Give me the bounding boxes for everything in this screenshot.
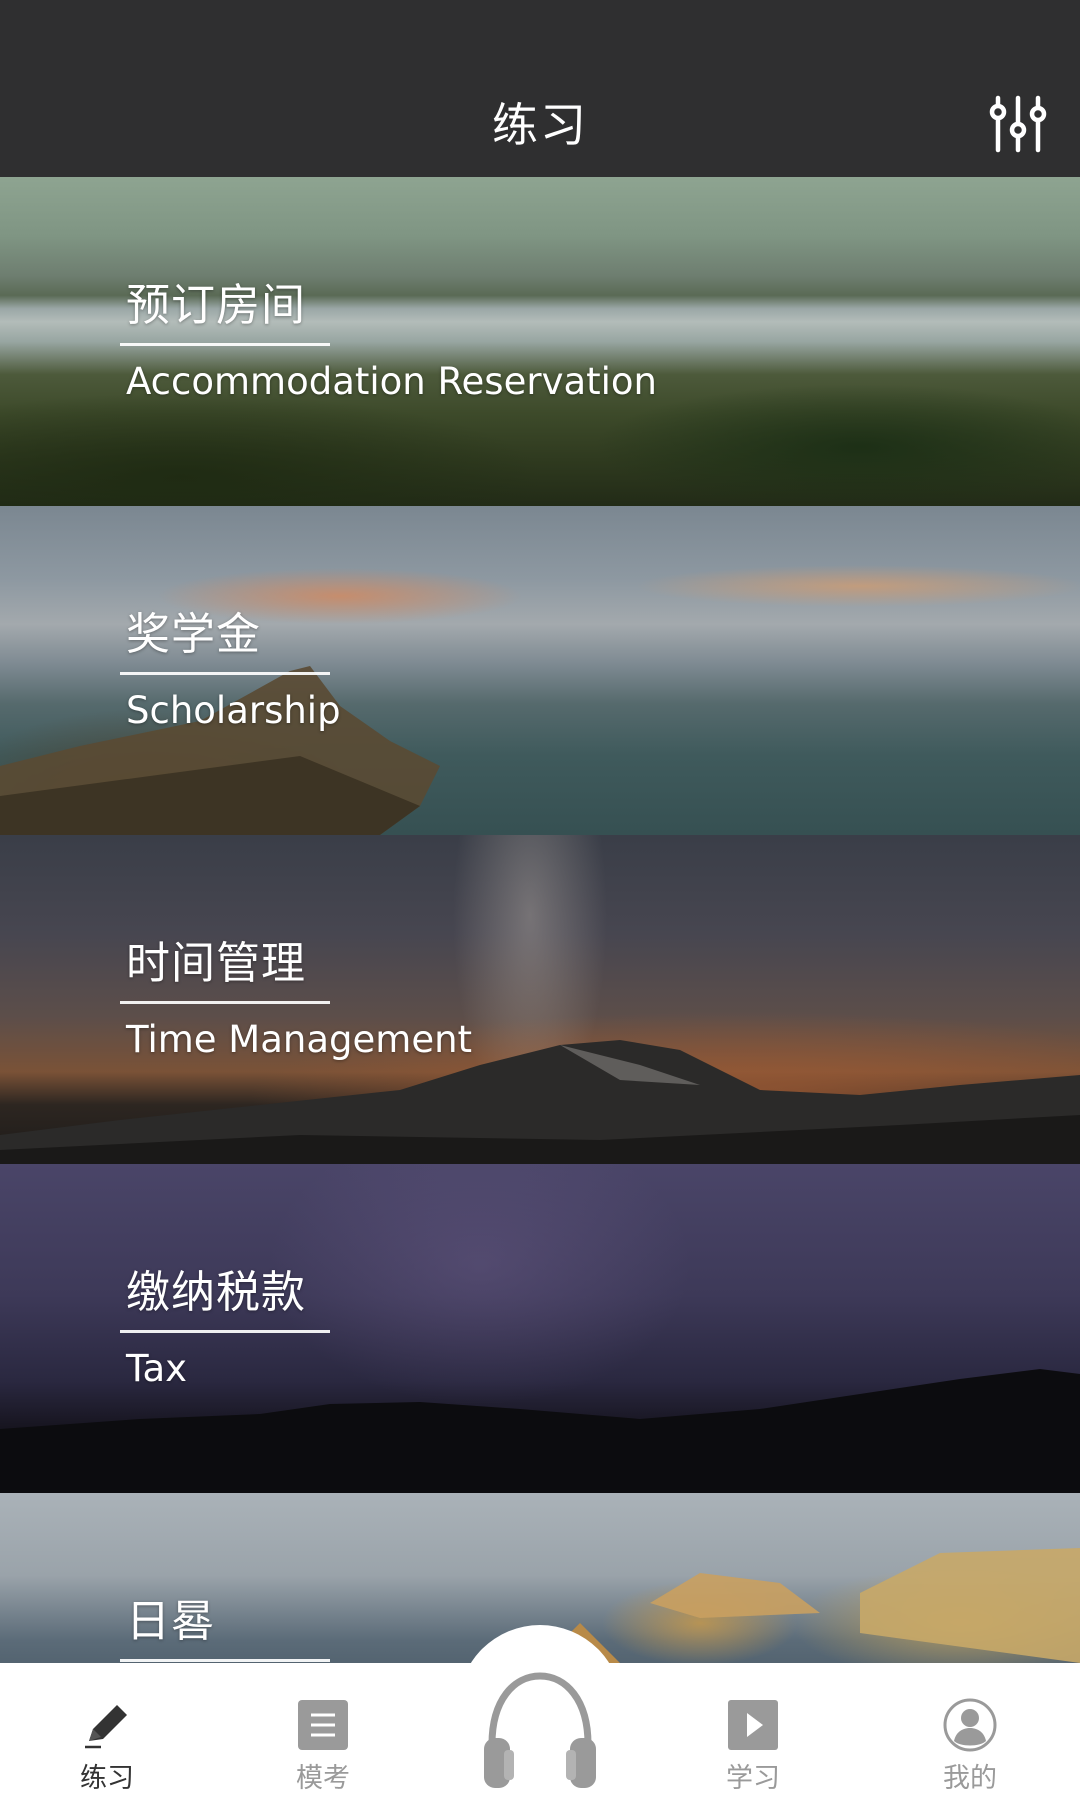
topic-card-scholarship[interactable]: 奖学金 Scholarship	[0, 506, 1080, 835]
topic-title-cn: 日晷	[126, 1596, 216, 1647]
topic-card-tax[interactable]: 缴纳税款 Tax	[0, 1164, 1080, 1493]
app-screen: 练习 预订房间 Accommodation Reservation 奖学金 Sc…	[0, 0, 1080, 1812]
nav-item-mock-exam[interactable]: 模考	[253, 1663, 393, 1812]
mountain-silhouette	[0, 1040, 1080, 1164]
topic-title-cn: 奖学金	[126, 609, 261, 660]
user-icon	[943, 1698, 997, 1752]
hill-silhouette	[0, 1369, 1080, 1493]
sliders-icon	[989, 95, 1047, 153]
topic-title-cn: 缴纳税款	[126, 1267, 306, 1318]
play-icon	[728, 1700, 778, 1750]
topic-title-en: Tax	[126, 1347, 188, 1390]
nav-label: 我的	[943, 1763, 997, 1794]
filter-button[interactable]	[988, 94, 1048, 154]
topic-title-en: Scholarship	[126, 689, 341, 732]
nav-label: 学习	[726, 1763, 780, 1794]
nav-item-study[interactable]: 学习	[683, 1663, 823, 1812]
nav-item-profile[interactable]: 我的	[900, 1663, 1040, 1812]
card-background-image	[0, 177, 1080, 506]
title-divider	[120, 1659, 330, 1662]
topic-card-time-management[interactable]: 时间管理 Time Management	[0, 835, 1080, 1164]
title-divider	[120, 672, 330, 675]
document-icon	[298, 1700, 348, 1750]
topic-title-cn: 预订房间	[126, 280, 306, 331]
cliff-silhouette	[0, 666, 440, 835]
topic-title-en: Time Management	[126, 1018, 473, 1061]
title-divider	[120, 1001, 330, 1004]
topic-title-en: Accommodation Reservation	[126, 360, 658, 403]
nav-item-listening[interactable]	[470, 1660, 610, 1800]
headphones-icon	[484, 1672, 596, 1788]
nav-label: 模考	[296, 1763, 350, 1794]
pencil-icon	[85, 1705, 127, 1749]
top-app-bar: 练习	[0, 0, 1080, 177]
title-divider	[120, 1330, 330, 1333]
page-title: 练习	[492, 98, 588, 152]
nav-item-practice[interactable]: 练习	[37, 1663, 177, 1812]
topic-card-accommodation[interactable]: 预订房间 Accommodation Reservation	[0, 177, 1080, 506]
nav-label: 练习	[80, 1763, 134, 1794]
title-divider	[120, 343, 330, 346]
topic-title-cn: 时间管理	[126, 938, 306, 989]
